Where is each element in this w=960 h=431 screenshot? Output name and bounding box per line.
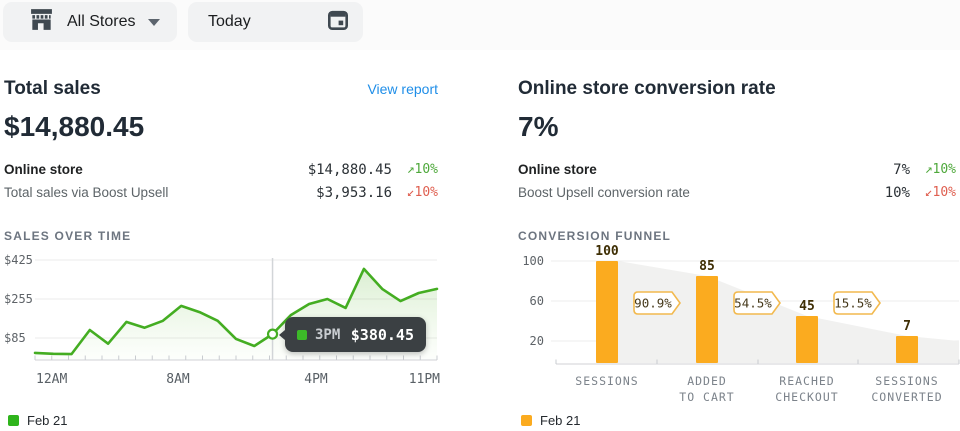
svg-text:100: 100 xyxy=(595,244,619,259)
metric-row-online-store: Online store 7% ↗10% xyxy=(518,158,956,181)
svg-text:45: 45 xyxy=(799,299,815,314)
conversion-rate-title: Online store conversion rate xyxy=(518,78,776,100)
date-selector-label: Today xyxy=(208,13,251,31)
sales-over-time-heading: SALES OVER TIME xyxy=(4,229,438,243)
metric-label: Boost Upsell conversion rate xyxy=(518,185,885,200)
metric-row-boost-upsell: Boost Upsell conversion rate 10% ↙10% xyxy=(518,181,956,204)
store-selector-button[interactable]: All Stores xyxy=(3,2,177,42)
svg-text:60: 60 xyxy=(530,294,544,308)
svg-text:TO CART: TO CART xyxy=(679,390,734,404)
funnel-bar[interactable] xyxy=(896,336,918,363)
store-selector-label: All Stores xyxy=(67,13,135,31)
storefront-icon xyxy=(29,8,54,36)
conversion-rate-value: 7% xyxy=(518,111,956,143)
svg-text:100: 100 xyxy=(522,254,544,268)
svg-text:11PM: 11PM xyxy=(409,372,440,387)
legend-label: Feb 21 xyxy=(27,413,67,428)
metric-delta-down: ↙10% xyxy=(392,185,438,200)
svg-text:12AM: 12AM xyxy=(36,372,67,387)
svg-text:20: 20 xyxy=(530,334,544,348)
tooltip-series-swatch xyxy=(297,330,307,340)
svg-text:85: 85 xyxy=(699,259,715,274)
svg-text:SESSIONS: SESSIONS xyxy=(575,374,638,388)
svg-text:7: 7 xyxy=(903,319,911,334)
svg-text:$255: $255 xyxy=(4,292,33,306)
legend-label: Feb 21 xyxy=(540,413,580,428)
metric-label: Online store xyxy=(4,162,308,177)
metric-value: 10% xyxy=(885,185,910,201)
svg-text:SESSIONS: SESSIONS xyxy=(875,374,938,388)
metric-row-online-store: Online store $14,880.45 ↗10% xyxy=(4,158,438,181)
chart-tooltip: 3PM $380.45 xyxy=(285,317,426,352)
funnel-bar[interactable] xyxy=(696,276,718,363)
chevron-down-icon xyxy=(148,19,160,26)
conversion-rate-panel: Online store conversion rate 7% Online s… xyxy=(518,70,956,243)
hovered-data-point[interactable] xyxy=(268,330,277,339)
funnel-chart-legend: Feb 21 xyxy=(521,413,580,428)
conversion-funnel-heading: CONVERSION FUNNEL xyxy=(518,229,956,243)
metric-label: Total sales via Boost Upsell xyxy=(4,185,316,200)
topbar: All Stores Today xyxy=(0,0,960,50)
view-report-link[interactable]: View report xyxy=(367,81,438,97)
svg-text:8AM: 8AM xyxy=(166,372,190,387)
funnel-bar[interactable] xyxy=(796,316,818,363)
legend-swatch-green xyxy=(8,415,19,426)
metric-value: $14,880.45 xyxy=(308,162,392,178)
svg-text:90.9%: 90.9% xyxy=(634,296,672,311)
legend-swatch-orange xyxy=(521,415,532,426)
svg-text:REACHED: REACHED xyxy=(779,374,834,388)
metric-value: 7% xyxy=(893,162,910,178)
metric-label: Online store xyxy=(518,162,893,177)
metric-delta-up: ↗10% xyxy=(910,162,956,177)
tooltip-value: $380.45 xyxy=(351,326,414,344)
conversion-funnel-chart[interactable]: 100 60 20 100 85 45 7 90.9% 54.5% 15.5% SESSIONS AD… xyxy=(518,242,960,404)
svg-text:CONVERTED: CONVERTED xyxy=(871,390,942,404)
svg-text:4PM: 4PM xyxy=(304,372,328,387)
metric-row-boost-upsell: Total sales via Boost Upsell $3,953.16 ↙… xyxy=(4,181,438,204)
svg-text:15.5%: 15.5% xyxy=(834,296,872,311)
svg-text:$425: $425 xyxy=(4,253,33,267)
metric-value: $3,953.16 xyxy=(316,185,392,201)
date-selector-button[interactable]: Today xyxy=(188,2,363,42)
metric-delta-up: ↗10% xyxy=(392,162,438,177)
calendar-icon xyxy=(326,8,350,37)
total-sales-panel: Total sales View report $14,880.45 Onlin… xyxy=(4,70,438,243)
total-sales-value: $14,880.45 xyxy=(4,111,438,143)
svg-text:CHECKOUT: CHECKOUT xyxy=(775,390,838,404)
svg-text:54.5%: 54.5% xyxy=(734,296,772,311)
tooltip-time: 3PM xyxy=(315,327,340,343)
svg-text:$85: $85 xyxy=(4,331,26,345)
sales-chart-legend: Feb 21 xyxy=(8,413,67,428)
metric-delta-down: ↙10% xyxy=(910,185,956,200)
svg-text:ADDED: ADDED xyxy=(687,374,727,388)
total-sales-title: Total sales xyxy=(4,78,101,100)
funnel-bar[interactable] xyxy=(596,261,618,363)
